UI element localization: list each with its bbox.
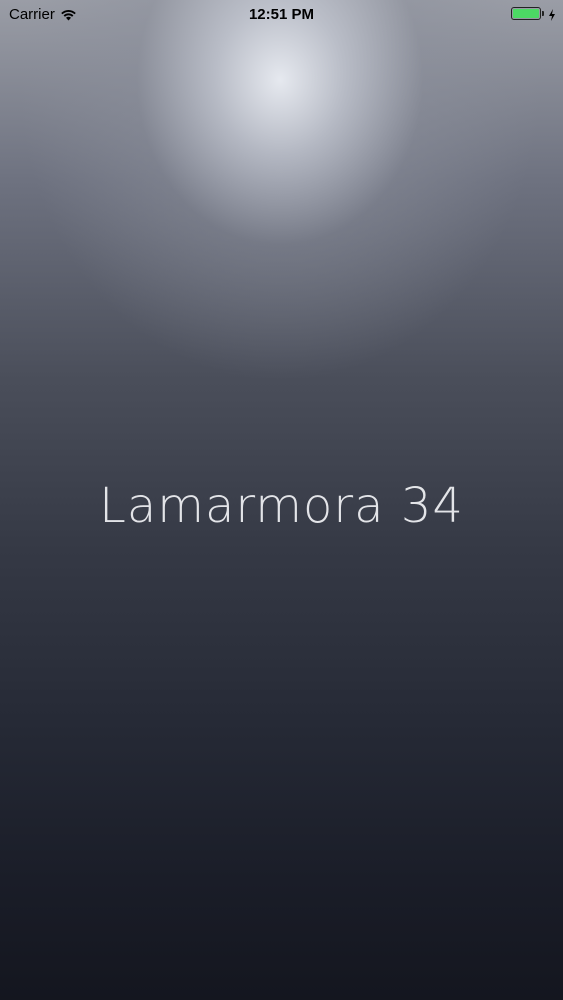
splash-screen: Carrier 12:51 PM Lamarmora 34 bbox=[0, 0, 563, 1000]
battery-icon bbox=[511, 7, 544, 20]
app-title: Lamarmora 34 bbox=[99, 478, 464, 534]
status-bar: Carrier 12:51 PM bbox=[0, 0, 563, 30]
battery-group bbox=[511, 7, 556, 21]
charging-bolt-icon bbox=[548, 8, 556, 21]
battery-tip bbox=[542, 11, 544, 16]
status-time: 12:51 PM bbox=[248, 6, 315, 23]
battery-fill bbox=[513, 9, 539, 18]
